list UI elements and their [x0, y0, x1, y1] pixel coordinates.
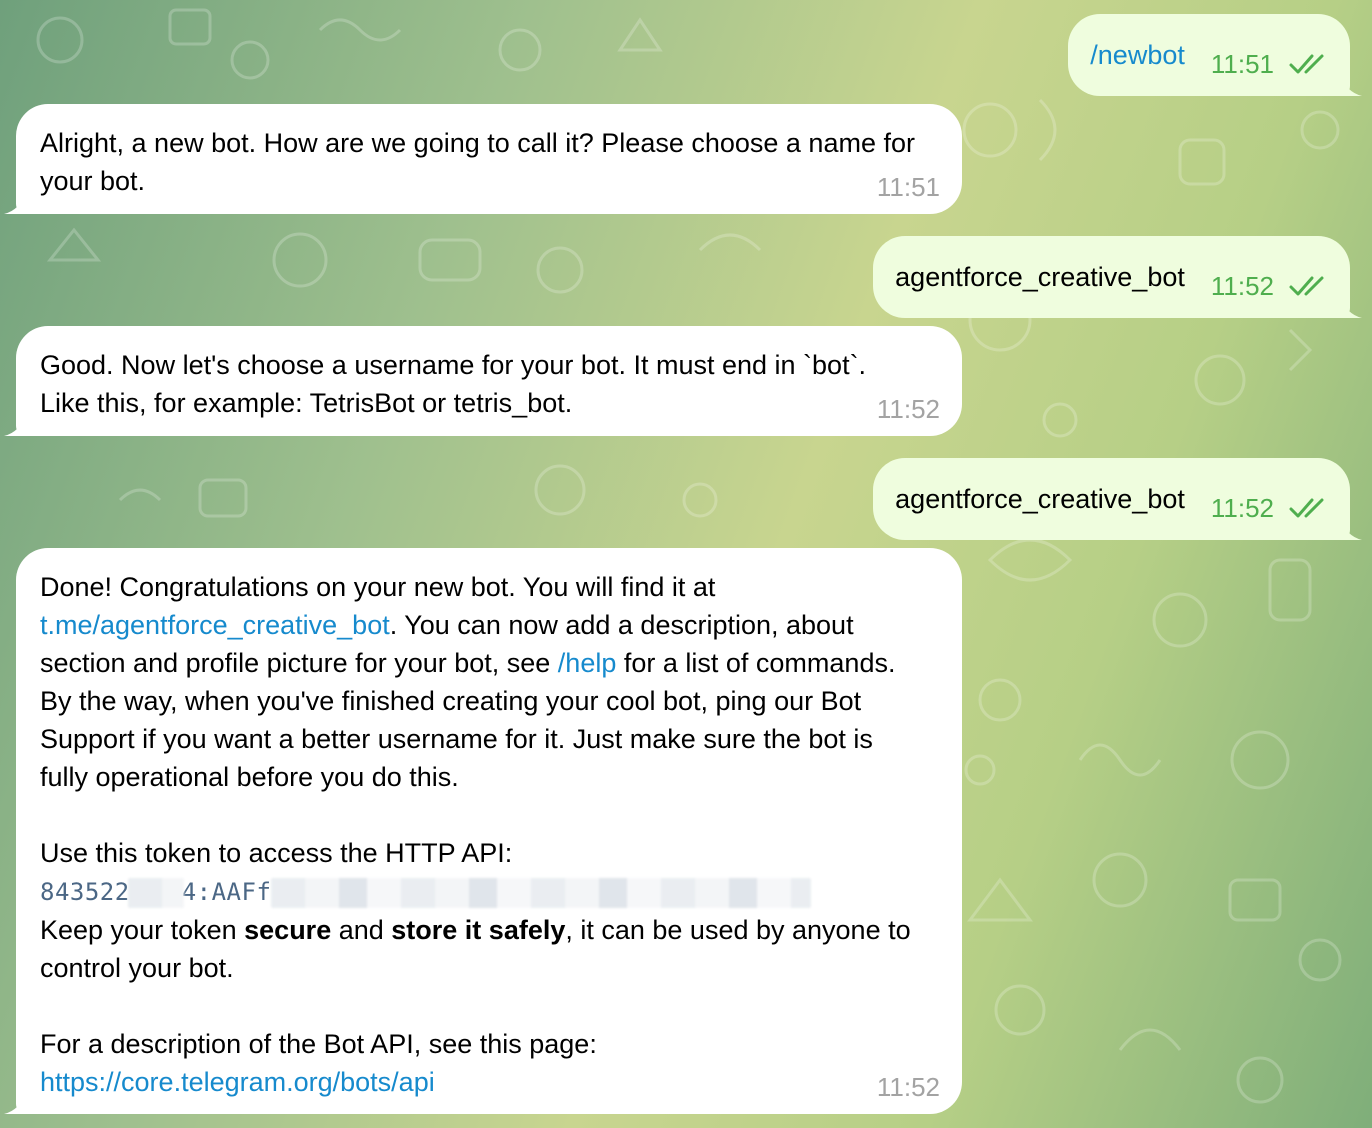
double-check-icon: [1289, 276, 1324, 296]
message-meta: 11:52: [1211, 493, 1328, 524]
bubble-tail: [1340, 296, 1362, 318]
message-paragraph: Keep your token secure and store it safe…: [40, 911, 922, 987]
message-paragraph: Done! Congratulations on your new bot. Y…: [40, 568, 922, 796]
message-text: agentforce_creative_bot: [895, 483, 1185, 514]
token-part[interactable]: 843522: [40, 878, 130, 906]
incoming-message[interactable]: Good. Now let's choose a username for yo…: [4, 326, 962, 436]
bold-text: secure: [244, 915, 332, 945]
message-time: 11:52: [876, 1072, 940, 1102]
outgoing-message[interactable]: agentforce_creative_bot 11:52: [873, 236, 1362, 318]
token-part[interactable]: 4:AAFf: [182, 878, 272, 906]
token-line[interactable]: 843522 4:AAFf: [40, 872, 922, 911]
bubble-tail: [4, 414, 26, 436]
outgoing-message[interactable]: /newbot 11:51: [1068, 14, 1362, 96]
bubble-tail: [4, 1092, 26, 1114]
text-run: Done! Congratulations on your new bot. Y…: [40, 572, 716, 602]
bold-text: store it safely: [391, 915, 566, 945]
token-intro: Use this token to access the HTTP API:: [40, 838, 513, 868]
outgoing-message[interactable]: agentforce_creative_bot 11:52: [873, 458, 1362, 540]
token-redaction: [127, 877, 184, 908]
message-meta: 11:51: [1211, 49, 1328, 80]
bubble-tail: [4, 192, 26, 214]
message-text: agentforce_creative_bot: [895, 261, 1185, 292]
double-check-icon: [1289, 54, 1324, 74]
message-meta: 11:52: [1211, 271, 1328, 302]
message-time: 11:52: [1210, 270, 1274, 301]
help-command-link[interactable]: /help: [558, 648, 617, 678]
message-text: Good. Now let's choose a username for yo…: [40, 350, 867, 418]
bubble-tail: [1340, 518, 1362, 540]
token-redaction: [271, 877, 812, 908]
bot-link[interactable]: t.me/agentforce_creative_bot: [40, 610, 390, 640]
double-check-icon: [1289, 498, 1324, 518]
api-docs-link[interactable]: https://core.telegram.org/bots/api: [40, 1067, 435, 1097]
incoming-message[interactable]: Alright, a new bot. How are we going to …: [4, 104, 962, 214]
message-time: 11:51: [876, 172, 940, 202]
incoming-message[interactable]: Done! Congratulations on your new bot. Y…: [4, 548, 962, 1114]
bubble-tail: [1340, 74, 1362, 96]
message-time: 11:51: [1210, 48, 1274, 79]
message-time: 11:52: [1210, 492, 1274, 523]
text-run: Keep your token: [40, 915, 245, 945]
message-text[interactable]: /newbot: [1090, 40, 1185, 71]
message-text: Alright, a new bot. How are we going to …: [40, 128, 915, 196]
text-run: and: [331, 915, 392, 945]
api-intro: For a description of the Bot API, see th…: [40, 1029, 597, 1059]
message-time: 11:52: [876, 394, 940, 424]
